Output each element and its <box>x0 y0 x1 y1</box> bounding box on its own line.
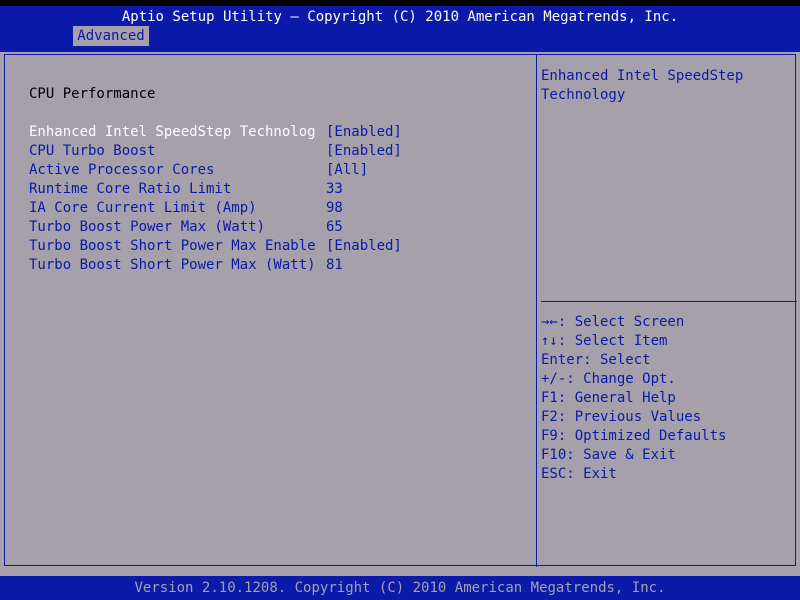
setting-value[interactable]: 81 <box>326 256 343 275</box>
setting-value[interactable]: 33 <box>326 180 343 199</box>
key-select-item: ↑↓: Select Item <box>541 333 668 349</box>
setting-label: Runtime Core Ratio Limit <box>29 181 232 197</box>
help-text: Enhanced Intel SpeedStep Technology <box>541 68 744 103</box>
key-enter-select: Enter: Select <box>541 352 651 368</box>
key-change-option: +/-: Change Opt. <box>541 371 676 387</box>
key-general-help: F1: General Help <box>541 390 676 406</box>
key-save-exit: F10: Save & Exit <box>541 447 676 463</box>
setting-runtime-core-ratio-limit[interactable]: Runtime Core Ratio Limit 33 <box>29 180 343 199</box>
setting-label: Turbo Boost Short Power Max (Watt) <box>29 257 316 273</box>
app-title: Aptio Setup Utility – Copyright (C) 2010… <box>121 9 679 25</box>
header-bar: Aptio Setup Utility – Copyright (C) 2010… <box>0 6 800 54</box>
section-title: CPU Performance <box>29 86 156 102</box>
setting-label: IA Core Current Limit (Amp) <box>29 200 257 216</box>
setting-value[interactable]: [Enabled] <box>326 142 402 161</box>
footer-bar: Version 2.10.1208. Copyright (C) 2010 Am… <box>0 576 800 600</box>
setting-label: CPU Turbo Boost <box>29 143 156 159</box>
key-select-screen: →←: Select Screen <box>541 314 685 330</box>
tab-advanced[interactable]: Advanced <box>73 26 149 46</box>
setting-label: Turbo Boost Power Max (Watt) <box>29 219 266 235</box>
version-text: Version 2.10.1208. Copyright (C) 2010 Am… <box>134 580 666 596</box>
setting-value[interactable]: [Enabled] <box>326 123 402 142</box>
setting-label: Turbo Boost Short Power Max Enable <box>29 238 316 254</box>
setting-value[interactable]: 98 <box>326 199 343 218</box>
setting-turbo-boost-short-power-max-enable[interactable]: Turbo Boost Short Power Max Enable [Enab… <box>29 237 402 256</box>
setting-label: Enhanced Intel SpeedStep Technolog <box>29 124 316 140</box>
key-previous-values: F2: Previous Values <box>541 409 702 425</box>
setting-ia-core-current-limit[interactable]: IA Core Current Limit (Amp) 98 <box>29 199 343 218</box>
settings-list: Enhanced Intel SpeedStep Technolog [Enab… <box>29 123 402 275</box>
setting-value[interactable]: [All] <box>326 161 368 180</box>
main-frame: CPU Performance Enhanced Intel SpeedStep… <box>4 54 797 567</box>
setting-cpu-turbo-boost[interactable]: CPU Turbo Boost [Enabled] <box>29 142 402 161</box>
key-optimized-defaults: F9: Optimized Defaults <box>541 428 727 444</box>
key-legend: →←: Select Screen ↑↓: Select Item Enter:… <box>541 313 726 484</box>
setting-value[interactable]: 65 <box>326 218 343 237</box>
main-panel: CPU Performance Enhanced Intel SpeedStep… <box>0 54 800 576</box>
setting-turbo-boost-short-power-max[interactable]: Turbo Boost Short Power Max (Watt) 81 <box>29 256 343 275</box>
key-exit: ESC: Exit <box>541 466 617 482</box>
setting-label: Active Processor Cores <box>29 162 215 178</box>
setting-value[interactable]: [Enabled] <box>326 237 402 256</box>
setting-speedstep[interactable]: Enhanced Intel SpeedStep Technolog [Enab… <box>29 123 402 142</box>
vertical-divider <box>536 55 537 567</box>
setting-turbo-boost-power-max[interactable]: Turbo Boost Power Max (Watt) 65 <box>29 218 343 237</box>
help-divider <box>541 301 797 302</box>
setting-active-processor-cores[interactable]: Active Processor Cores [All] <box>29 161 368 180</box>
